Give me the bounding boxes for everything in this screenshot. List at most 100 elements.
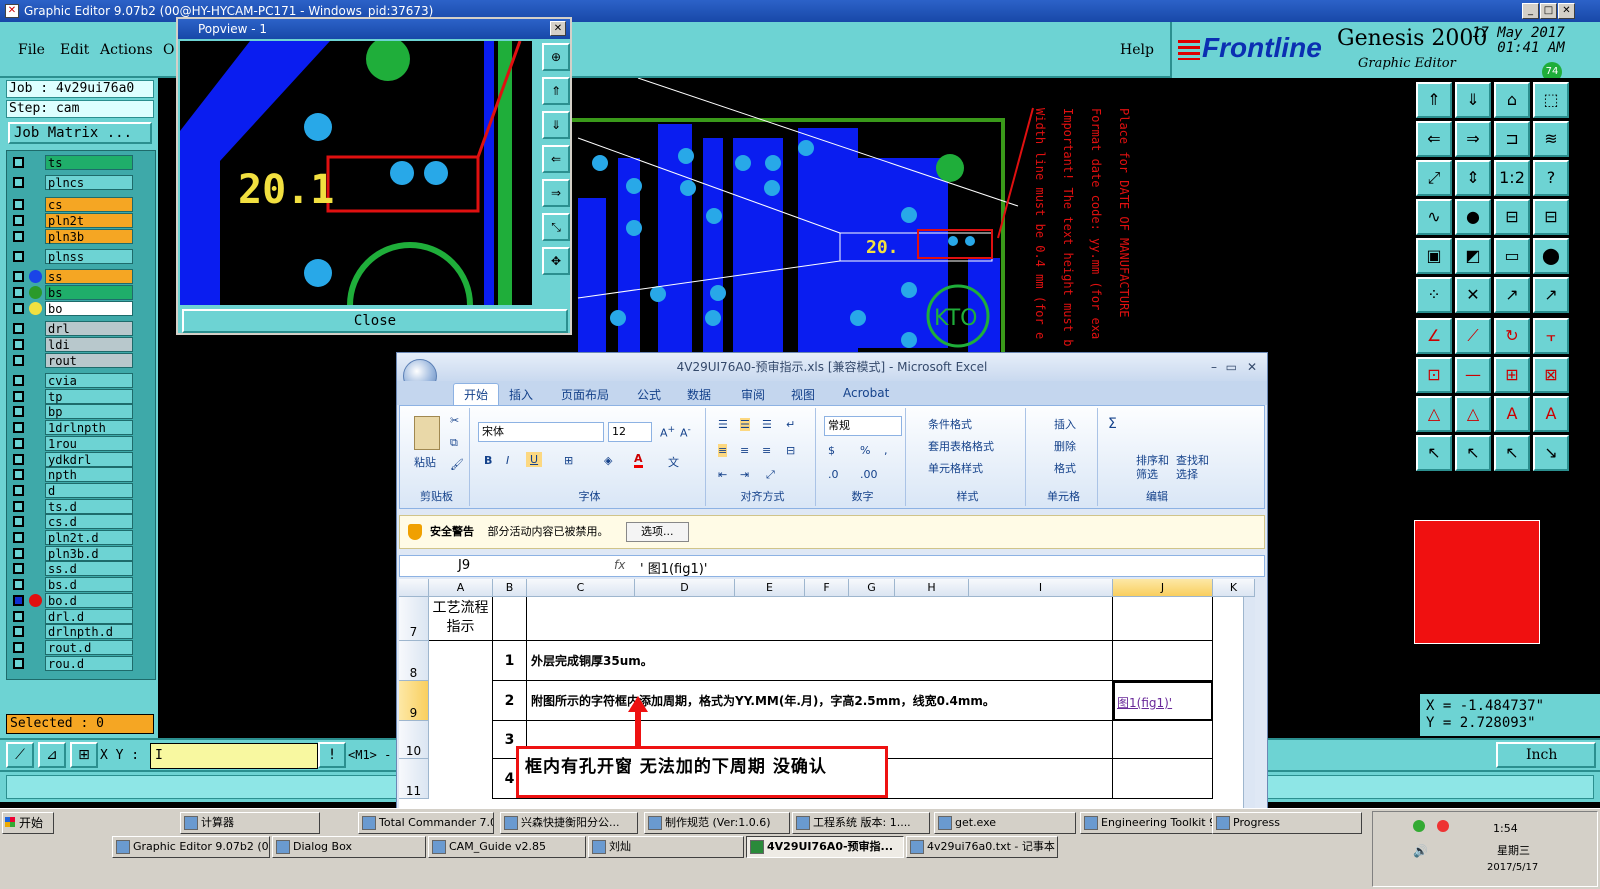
toolbar-tool-icon[interactable]: ↖	[1455, 435, 1491, 471]
layer-name[interactable]: tp	[45, 388, 133, 404]
layer-checkbox[interactable]	[13, 271, 24, 282]
alert-icon[interactable]: !	[318, 742, 346, 768]
cut-icon[interactable]: ✂	[450, 414, 459, 427]
cell-figure-link[interactable]	[1113, 641, 1213, 681]
format-cells-button[interactable]: 格式	[1054, 460, 1076, 476]
format-painter-icon[interactable]: 🖌	[450, 458, 464, 471]
comma-icon[interactable]: ,	[884, 444, 888, 457]
layer-checkbox[interactable]	[13, 422, 24, 434]
insert-cells-button[interactable]: 插入	[1054, 416, 1076, 432]
align-top-icon[interactable]: ☰	[718, 418, 728, 431]
toolbar-tool-icon[interactable]: ⊟	[1494, 199, 1530, 235]
layer-row[interactable]: bs.d	[11, 577, 133, 593]
layer-row[interactable]: bo	[11, 301, 133, 316]
popview-down-icon[interactable]: ⇓	[542, 111, 570, 139]
layer-name[interactable]: drl	[45, 321, 133, 336]
toolbar-tool-icon[interactable]: ▭	[1494, 238, 1530, 274]
row-header[interactable]: 7	[399, 597, 429, 641]
layer-row[interactable]: ldi	[11, 337, 133, 352]
layer-checkbox[interactable]	[13, 251, 24, 262]
conditional-format-button[interactable]: 条件格式	[928, 416, 972, 432]
fill-color-icon[interactable]: ◈	[604, 454, 612, 467]
layer-row[interactable]: rout.d	[11, 639, 133, 655]
layer-row[interactable]: drl.d	[11, 608, 133, 624]
layer-row[interactable]: bs	[11, 285, 133, 300]
layer-name[interactable]: pln2t	[45, 213, 133, 228]
layer-checkbox[interactable]	[13, 231, 24, 242]
column-header[interactable]: H	[895, 579, 969, 597]
row-header[interactable]: 11	[399, 759, 429, 799]
ribbon-tab[interactable]: 开始	[453, 383, 500, 405]
layer-name[interactable]: cs	[45, 197, 133, 212]
cell-item-number[interactable]: 1	[493, 641, 527, 681]
layer-row[interactable]: plnss	[11, 249, 133, 264]
layer-row[interactable]: pln3b.d	[11, 545, 133, 561]
layer-row[interactable]: ss.d	[11, 561, 133, 577]
layer-checkbox[interactable]	[13, 303, 24, 314]
column-header[interactable]: D	[635, 579, 735, 597]
font-name-box[interactable]: 宋体	[478, 422, 604, 442]
toolbar-tool-icon[interactable]: 1:2	[1494, 160, 1530, 196]
cell-style-button[interactable]: 单元格样式	[928, 460, 983, 476]
layer-checkbox[interactable]	[13, 390, 24, 402]
layer-checkbox[interactable]	[13, 323, 24, 334]
layer-name[interactable]: bo	[45, 301, 133, 316]
toolbar-tool-icon[interactable]: ⟋	[1455, 318, 1491, 354]
formula-input[interactable]: ' 图1(fig1)'	[640, 558, 707, 577]
bold-button[interactable]: B	[484, 454, 492, 467]
taskbar-item[interactable]: 兴森快捷衡阳分公...	[500, 812, 638, 834]
layer-name[interactable]: d	[45, 482, 133, 498]
layer-name[interactable]: bs	[45, 285, 133, 300]
layer-row[interactable]: drlnpth.d	[11, 624, 133, 640]
paste-icon[interactable]	[414, 416, 440, 450]
layer-row[interactable]: npth	[11, 467, 133, 483]
layer-checkbox[interactable]	[13, 500, 24, 512]
toolbar-tool-icon[interactable]: —	[1455, 357, 1491, 393]
toolbar-tool-icon[interactable]: ⇑	[1416, 82, 1452, 118]
number-format-box[interactable]: 常规	[824, 416, 902, 436]
delete-cells-button[interactable]: 删除	[1054, 438, 1076, 454]
layer-checkbox[interactable]	[13, 287, 24, 298]
layer-checkbox[interactable]	[13, 641, 24, 653]
italic-button[interactable]: I	[506, 454, 509, 467]
taskbar-item[interactable]: Progress	[1212, 812, 1362, 834]
wrap-text-icon[interactable]: ↵	[786, 418, 795, 431]
cell-process-label[interactable]	[429, 641, 493, 681]
taskbar-item[interactable]: 4V29UI76A0-预审指...	[746, 836, 904, 858]
decrease-decimal-icon[interactable]: .00	[860, 468, 878, 481]
toolbar-tool-icon[interactable]: ⇕	[1455, 160, 1491, 196]
toolbar-tool-icon[interactable]: ⤢	[1416, 160, 1452, 196]
toolbar-tool-icon[interactable]: ↖	[1494, 435, 1530, 471]
layer-name[interactable]: ss	[45, 269, 133, 284]
align-middle-icon[interactable]: ☰	[740, 418, 750, 431]
layer-checkbox[interactable]	[13, 563, 24, 575]
orientation-icon[interactable]: ⤢	[766, 468, 775, 482]
toolbar-tool-icon[interactable]: ⇓	[1455, 82, 1491, 118]
popview-left-icon[interactable]: ⇐	[542, 145, 570, 173]
security-icon[interactable]	[1437, 820, 1449, 832]
cell-figure-link[interactable]	[1113, 721, 1213, 759]
layer-row[interactable]: 1drlnpth	[11, 420, 133, 436]
ribbon-tab[interactable]: 公式	[637, 386, 661, 403]
layer-checkbox[interactable]	[13, 610, 24, 622]
copy-icon[interactable]: ⧉	[450, 436, 458, 450]
popview-pan-icon[interactable]: ✥	[542, 247, 570, 275]
toolbar-tool-icon[interactable]: ↖	[1416, 435, 1452, 471]
toolbar-tool-icon[interactable]: ⊞	[1494, 357, 1530, 393]
layer-name[interactable]: cs.d	[45, 514, 133, 530]
cell-figure-link[interactable]: 图1(fig1)'	[1113, 681, 1213, 721]
layer-row[interactable]: cvia	[11, 373, 133, 388]
table-format-button[interactable]: 套用表格格式	[928, 438, 994, 454]
layer-row[interactable]: pln3b	[11, 229, 133, 244]
layer-checkbox[interactable]	[13, 579, 24, 591]
ribbon-tab[interactable]: Acrobat	[843, 386, 889, 400]
popview-fit-icon[interactable]: ⤡	[542, 213, 570, 241]
layer-name[interactable]: pln3b	[45, 229, 133, 244]
excel-minimize-button[interactable]: –	[1211, 353, 1217, 381]
ribbon-tab[interactable]: 视图	[791, 386, 815, 403]
toolbar-tool-icon[interactable]: A	[1533, 396, 1569, 432]
layer-name[interactable]: pln3b.d	[45, 545, 133, 561]
layer-name[interactable]: ldi	[45, 337, 133, 352]
layer-checkbox[interactable]	[13, 177, 24, 188]
currency-icon[interactable]: $	[828, 444, 835, 457]
